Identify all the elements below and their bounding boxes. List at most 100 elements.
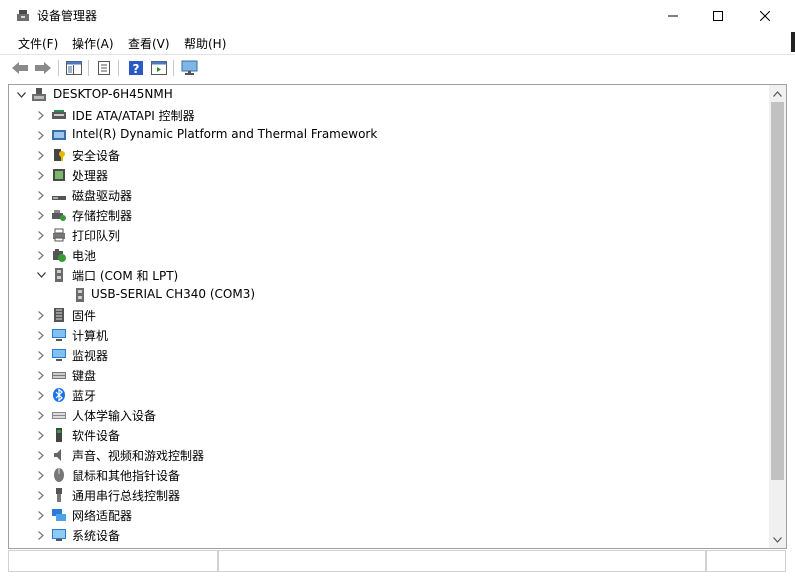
tree-item-label: 监视器 <box>72 349 109 363</box>
tree-category-item[interactable]: 通用串行总线控制器 <box>9 485 769 505</box>
chevron-right-icon[interactable] <box>35 389 47 401</box>
chevron-right-icon[interactable] <box>35 369 47 381</box>
tree-item-label: 电池 <box>72 249 97 263</box>
menu-view[interactable]: 查看(V) <box>128 35 170 52</box>
chevron-down-icon[interactable] <box>15 89 27 101</box>
chevron-right-icon[interactable] <box>35 509 47 521</box>
tree-item-label: 蓝牙 <box>72 389 97 403</box>
tree-category-item[interactable]: 鼠标和其他指针设备 <box>9 465 769 485</box>
battery-icon <box>51 247 67 263</box>
chevron-right-icon[interactable] <box>35 189 47 201</box>
chevron-down-icon[interactable] <box>35 269 47 281</box>
vertical-scrollbar[interactable] <box>769 85 786 548</box>
tree-item-label: 固件 <box>72 309 97 323</box>
chevron-right-icon[interactable] <box>35 429 47 441</box>
tree-item-label: 计算机 <box>72 329 109 343</box>
close-button[interactable] <box>742 0 788 32</box>
status-cell <box>8 550 218 572</box>
scroll-up-button[interactable] <box>769 85 786 102</box>
software-device-icon <box>51 427 67 443</box>
serial-port-icon <box>72 287 88 303</box>
chevron-right-icon[interactable] <box>35 349 47 361</box>
tree-category-item[interactable]: 系统设备 <box>9 525 769 545</box>
title-bar: 设备管理器 <box>0 0 795 32</box>
menu-file[interactable]: 文件(F) <box>18 35 58 52</box>
tree-item-label: 存储控制器 <box>72 209 133 223</box>
chevron-right-icon[interactable] <box>35 489 47 501</box>
tree-category-item[interactable]: 监视器 <box>9 345 769 365</box>
system-device-icon <box>51 527 67 543</box>
chevron-right-icon[interactable] <box>35 529 47 541</box>
tree-category-item[interactable]: 网络适配器 <box>9 505 769 525</box>
toolbar: ? <box>0 54 795 81</box>
keyboard-icon <box>51 367 67 383</box>
scroll-down-button[interactable] <box>769 531 786 548</box>
storage-controller-icon <box>51 207 67 223</box>
tree-root[interactable]: DESKTOP-6H45NMH <box>9 85 769 105</box>
status-bar <box>8 550 787 572</box>
device-tree-panel: DESKTOP-6H45NMH IDE ATA/ATAPI 控制器 Intel(R… <box>8 84 787 549</box>
tree-category-item[interactable]: 蓝牙 <box>9 385 769 405</box>
chevron-right-icon[interactable] <box>35 469 47 481</box>
toolbar-separator <box>88 60 89 76</box>
ide-controller-icon <box>51 107 67 123</box>
tree-item-label: 软件设备 <box>72 429 121 443</box>
tree-category-item[interactable]: IDE ATA/ATAPI 控制器 <box>9 105 769 125</box>
tree-item-label: USB-SERIAL CH340 (COM3) <box>91 287 256 301</box>
action-pane-icon[interactable] <box>149 59 169 77</box>
tree-category-item[interactable]: 计算机 <box>9 325 769 345</box>
tree-category-item[interactable]: 键盘 <box>9 365 769 385</box>
chevron-right-icon[interactable] <box>35 409 47 421</box>
tree-category-item[interactable]: 处理器 <box>9 165 769 185</box>
status-cell <box>706 550 786 572</box>
tree-category-item[interactable]: 端口 (COM 和 LPT) <box>9 265 769 285</box>
tree-item-label: 通用串行总线控制器 <box>72 489 181 503</box>
usb-controller-icon <box>51 487 67 503</box>
menu-action[interactable]: 操作(A) <box>72 35 114 52</box>
print-queue-icon <box>51 227 67 243</box>
sound-icon <box>51 447 67 463</box>
computer-root-icon <box>31 87 47 103</box>
scan-hardware-icon[interactable] <box>180 59 200 77</box>
security-device-icon <box>51 147 67 163</box>
maximize-button[interactable] <box>695 0 741 32</box>
toolbar-separator <box>118 60 119 76</box>
chevron-right-icon[interactable] <box>35 209 47 221</box>
menu-help[interactable]: 帮助(H) <box>184 35 226 52</box>
processor-icon <box>51 167 67 183</box>
chevron-right-icon[interactable] <box>35 329 47 341</box>
forward-icon[interactable] <box>33 59 53 77</box>
chevron-right-icon[interactable] <box>35 229 47 241</box>
tree-child-item[interactable]: USB-SERIAL CH340 (COM3) <box>9 285 769 305</box>
scrollbar-thumb[interactable] <box>771 102 784 480</box>
tree-category-item[interactable]: 安全设备 <box>9 145 769 165</box>
tree-category-item[interactable]: 存储控制器 <box>9 205 769 225</box>
chevron-right-icon[interactable] <box>35 249 47 261</box>
tree-category-item[interactable]: Intel(R) Dynamic Platform and Thermal Fr… <box>9 125 769 145</box>
chevron-right-icon[interactable] <box>35 149 47 161</box>
tree-category-item[interactable]: 电池 <box>9 245 769 265</box>
tree-category-item[interactable]: 人体学输入设备 <box>9 405 769 425</box>
tree-item-label: IDE ATA/ATAPI 控制器 <box>72 109 195 123</box>
help-icon[interactable]: ? <box>126 59 146 77</box>
port-icon <box>51 267 67 283</box>
chevron-right-icon[interactable] <box>35 309 47 321</box>
tree-category-item[interactable]: 声音、视频和游戏控制器 <box>9 445 769 465</box>
tree-category-item[interactable]: 磁盘驱动器 <box>9 185 769 205</box>
chevron-right-icon[interactable] <box>35 169 47 181</box>
window-title: 设备管理器 <box>37 9 98 23</box>
back-icon[interactable] <box>10 59 30 77</box>
minimize-button[interactable] <box>650 0 696 32</box>
computer-icon <box>51 327 67 343</box>
tree-category-item[interactable]: 打印队列 <box>9 225 769 245</box>
tree-category-item[interactable]: 软件设备 <box>9 425 769 445</box>
device-manager-icon[interactable] <box>16 9 30 23</box>
thermal-framework-icon <box>51 127 67 143</box>
chevron-right-icon[interactable] <box>35 449 47 461</box>
properties-icon[interactable] <box>94 59 114 77</box>
chevron-right-icon[interactable] <box>35 129 47 141</box>
tree-category-item[interactable]: 固件 <box>9 305 769 325</box>
chevron-right-icon[interactable] <box>35 109 47 121</box>
show-hide-console-tree-icon[interactable] <box>64 59 84 77</box>
tree-item-label: 安全设备 <box>72 149 121 163</box>
